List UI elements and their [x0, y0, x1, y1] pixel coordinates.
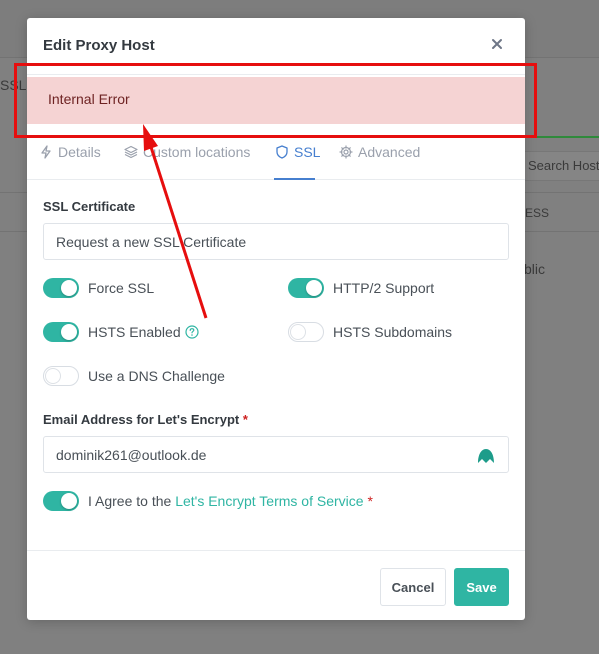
email-value: dominik261@outlook.de: [56, 447, 207, 463]
hsts-toggle[interactable]: [43, 322, 79, 342]
active-tab-indicator: [274, 178, 315, 180]
force-ssl-row: Force SSL: [43, 278, 154, 298]
terms-of-service-link[interactable]: Let's Encrypt Terms of Service: [175, 493, 363, 509]
required-mark: *: [242, 412, 248, 427]
tab-ssl[interactable]: SSL: [275, 144, 320, 160]
tab-label: Advanced: [358, 144, 421, 160]
toggle-knob: [45, 368, 61, 384]
gear-icon: [339, 145, 353, 159]
background-search-placeholder: Search Host: [528, 158, 599, 173]
modal-footer: Cancel Save: [27, 550, 525, 620]
bolt-icon: [41, 145, 51, 159]
tab-label: Details: [58, 144, 101, 160]
agree-terms-text: I Agree to the Let's Encrypt Terms of Se…: [88, 493, 373, 509]
tab-details[interactable]: Details: [39, 144, 101, 160]
force-ssl-toggle[interactable]: [43, 278, 79, 298]
tab-label: Custom locations: [143, 144, 251, 160]
http2-label: HTTP/2 Support: [333, 280, 435, 296]
background-cell: blic: [524, 261, 546, 277]
hsts-label: HSTS Enabled: [88, 324, 181, 340]
dns-challenge-toggle[interactable]: [43, 366, 79, 386]
annotation-highlight-box: [14, 63, 537, 138]
hsts-subdomains-row: HSTS Subdomains: [288, 322, 452, 342]
http2-toggle[interactable]: [288, 278, 324, 298]
cancel-button[interactable]: Cancel: [380, 568, 446, 606]
hsts-row: HSTS Enabled: [43, 322, 199, 342]
dns-challenge-row: Use a DNS Challenge: [43, 366, 225, 386]
required-mark: *: [367, 493, 373, 509]
toggle-knob: [290, 324, 306, 340]
shield-icon: [276, 145, 288, 159]
background-column-header: ESS: [525, 206, 550, 220]
ssl-certificate-value: Request a new SSL Certificate: [56, 234, 247, 250]
help-icon[interactable]: [185, 325, 199, 339]
dns-challenge-label: Use a DNS Challenge: [88, 368, 225, 384]
ssl-certificate-label: SSL Certificate: [43, 199, 136, 214]
password-manager-icon[interactable]: [476, 446, 496, 466]
tab-label: SSL: [294, 144, 321, 160]
email-label-text: Email Address for Let's Encrypt: [43, 412, 240, 427]
tab-custom-locations[interactable]: Custom locations: [124, 144, 250, 160]
agree-prefix: I Agree to the: [88, 493, 172, 509]
modal-title: Edit Proxy Host: [43, 37, 155, 54]
http2-row: HTTP/2 Support: [288, 278, 434, 298]
hsts-subdomains-label: HSTS Subdomains: [333, 324, 453, 340]
toggle-knob: [61, 280, 77, 296]
save-button[interactable]: Save: [454, 568, 509, 606]
ssl-certificate-select[interactable]: Request a new SSL Certificate: [43, 223, 509, 260]
close-icon: [492, 39, 502, 49]
agree-terms-toggle[interactable]: [43, 491, 79, 511]
toggle-knob: [61, 324, 77, 340]
hsts-subdomains-toggle[interactable]: [288, 322, 324, 342]
email-label: Email Address for Let's Encrypt *: [43, 412, 248, 427]
agree-terms-row: I Agree to the Let's Encrypt Terms of Se…: [43, 491, 373, 511]
close-button[interactable]: [489, 36, 505, 52]
email-field[interactable]: dominik261@outlook.de: [43, 436, 509, 473]
toggle-knob: [61, 493, 77, 509]
toggle-knob: [306, 280, 322, 296]
force-ssl-label: Force SSL: [88, 280, 155, 296]
tab-advanced[interactable]: Advanced: [339, 144, 420, 160]
layers-icon: [124, 145, 138, 159]
